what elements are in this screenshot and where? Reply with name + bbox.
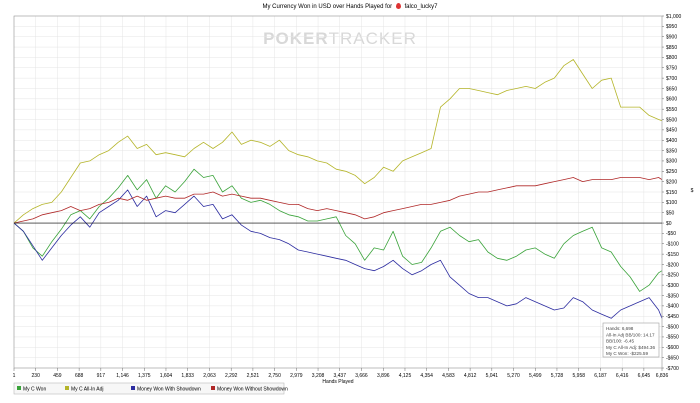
x-tick-label: 3,666 xyxy=(355,373,368,379)
y-tick-label: $500 xyxy=(666,117,677,123)
series-line-1 xyxy=(13,168,663,292)
x-tick-label: 6,416 xyxy=(616,373,629,379)
x-tick-label: 2,063 xyxy=(203,373,216,379)
legend-swatch[interactable] xyxy=(17,386,21,390)
x-tick-label: 6,187 xyxy=(594,373,607,379)
y-tick-label: $100 xyxy=(666,200,677,206)
y-tick-label: -$550 xyxy=(666,335,679,341)
y-tick-label: $900 xyxy=(666,35,677,41)
tooltip-line: My C All-In Adj: $494.36 xyxy=(606,345,655,350)
y-tick-label: $250 xyxy=(666,169,677,175)
x-tick-label: 4,354 xyxy=(420,373,433,379)
y-tick-label: $750 xyxy=(666,66,677,72)
y-tick-label: $700 xyxy=(666,76,677,82)
legend-item-4[interactable]: Money Won Without Showdown xyxy=(217,386,288,392)
watermark-part2: TRACKER xyxy=(329,29,417,48)
x-tick-label: 1,604 xyxy=(160,373,173,379)
hover-tooltip: Hands: 6,698All-In Adj BB/100: 14.17 BB/1… xyxy=(602,322,660,358)
x-tick-label: 1,833 xyxy=(181,373,194,379)
x-tick-label: 1,146 xyxy=(116,373,129,379)
y-tick-label: $800 xyxy=(666,55,677,61)
tooltip-line: All-In Adj BB/100: 14.17 xyxy=(606,332,655,337)
series-layer xyxy=(13,59,663,319)
y-tick-label: -$700 xyxy=(666,366,679,372)
y-tick-label: -$50 xyxy=(666,231,676,237)
x-tick-label: 230 xyxy=(32,373,41,379)
x-tick-label: 1,375 xyxy=(138,373,151,379)
tooltip-line: My C Won: -$225.59 xyxy=(606,351,648,356)
tooltip-line: BB/100: -6.45 xyxy=(606,339,635,344)
legend-swatch[interactable] xyxy=(65,386,69,390)
x-axis-label: Hands Played xyxy=(322,379,353,385)
x-tick-label: 6,836 xyxy=(656,373,669,379)
x-tick-label: 5,041 xyxy=(486,373,499,379)
y-tick-label: $850 xyxy=(666,45,677,51)
y-tick-label: -$650 xyxy=(666,355,679,361)
tooltip-line: Hands: 6,698 xyxy=(606,326,634,331)
y-tick-label: $350 xyxy=(666,148,677,154)
y-tick-label: $950 xyxy=(666,24,677,30)
x-tick-label: 3,896 xyxy=(377,373,390,379)
x-tick-label: 5,958 xyxy=(573,373,586,379)
y-tick-label: -$350 xyxy=(666,293,679,299)
legend-item-1[interactable]: My C Won xyxy=(23,386,46,392)
y-tick-label: -$400 xyxy=(666,304,679,310)
legend-swatch[interactable] xyxy=(211,386,215,390)
x-tick-label: 2,292 xyxy=(225,373,238,379)
watermark-part1: POKER xyxy=(263,29,328,48)
y-tick-label: $600 xyxy=(666,97,677,103)
y-tick-label: $1,000 xyxy=(666,14,682,20)
y-tick-label: -$150 xyxy=(666,252,679,258)
x-tick-label: 4,125 xyxy=(399,373,412,379)
x-tick-label: 4,812 xyxy=(464,373,477,379)
x-tick-label: 5,728 xyxy=(551,373,564,379)
y-tick-label: -$600 xyxy=(666,345,679,351)
x-tick-label: 6,645 xyxy=(638,373,651,379)
y-tick-label: -$450 xyxy=(666,314,679,320)
chart-root: My Currency Won in USD over Hands Played… xyxy=(0,0,700,403)
y-tick-label: $50 xyxy=(666,211,675,217)
x-tick-label: 5,270 xyxy=(507,373,520,379)
chart-svg: POKERTRACKER 1 230 459 688 917 1,146 1,375 1,60… xyxy=(13,14,694,395)
y-tick-label: -$200 xyxy=(666,262,679,268)
x-tick-label: 459 xyxy=(53,373,62,379)
y-tick-label: -$300 xyxy=(666,283,679,289)
x-tick-label: 2,521 xyxy=(247,373,260,379)
y-tick-label: -$250 xyxy=(666,273,679,279)
x-tick-label: 1 xyxy=(13,373,16,379)
y-tick-label: $550 xyxy=(666,107,677,113)
legend-item-3[interactable]: Money Won With Showdown xyxy=(137,386,201,392)
series-line-4 xyxy=(13,177,663,224)
x-tick-label: 2,979 xyxy=(290,373,303,379)
y-tick-label: $300 xyxy=(666,159,677,165)
y-tick-label: $150 xyxy=(666,190,677,196)
y-tick-label: -$100 xyxy=(666,242,679,248)
legend[interactable]: My C Won My C All-In Adj Money Won With Sh… xyxy=(13,382,288,395)
x-tick-label: 917 xyxy=(97,373,106,379)
y-axis-label: $ xyxy=(691,188,694,194)
x-tick-label: 688 xyxy=(75,373,84,379)
y-tick-label: $0 xyxy=(666,221,672,227)
grid-layer xyxy=(13,15,663,369)
y-tick-label: $450 xyxy=(666,128,677,134)
y-tick-label: $400 xyxy=(666,138,677,144)
y-tick-label: -$500 xyxy=(666,324,679,330)
series-line-2 xyxy=(13,59,663,224)
x-tick-label: 4,583 xyxy=(442,373,455,379)
y-tick-label: $200 xyxy=(666,179,677,185)
legend-swatch[interactable] xyxy=(131,386,135,390)
x-tick-label: 2,750 xyxy=(268,373,281,379)
legend-item-2[interactable]: My C All-In Adj xyxy=(71,386,104,392)
x-tick-label: 5,499 xyxy=(529,373,542,379)
y-tick-label: $650 xyxy=(666,86,677,92)
